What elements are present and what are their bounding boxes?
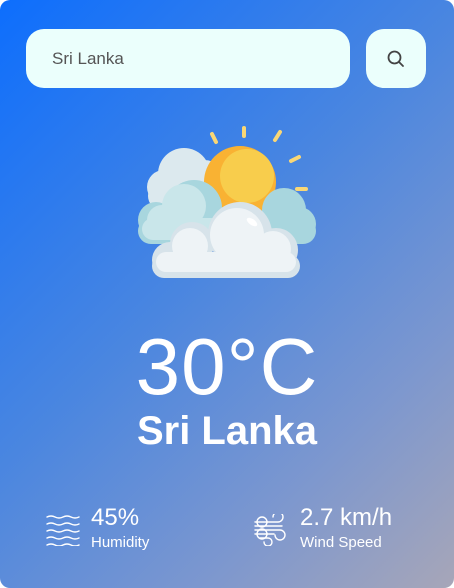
- sun-behind-clouds-icon: [138, 126, 316, 278]
- wind-speed-label: Wind Speed: [300, 534, 382, 551]
- humidity-stat: 45% Humidity: [45, 503, 149, 553]
- humidity-value: 45%: [91, 504, 140, 531]
- weather-card: 30°C Sri Lanka 45% Humidity: [0, 0, 454, 588]
- wind-stat: 2.7 km/h Wind Speed: [254, 503, 392, 553]
- wind-icon: [254, 514, 286, 546]
- temperature: 30°C: [135, 322, 319, 411]
- humidity-label: Humidity: [91, 534, 150, 551]
- search-button[interactable]: [366, 29, 426, 88]
- wind-speed-value: 2.7 km/h: [300, 504, 393, 531]
- city-name: Sri Lanka: [136, 409, 318, 453]
- humidity-waves-icon: [46, 515, 80, 546]
- search-input[interactable]: [26, 29, 350, 88]
- search-icon: [387, 50, 404, 67]
